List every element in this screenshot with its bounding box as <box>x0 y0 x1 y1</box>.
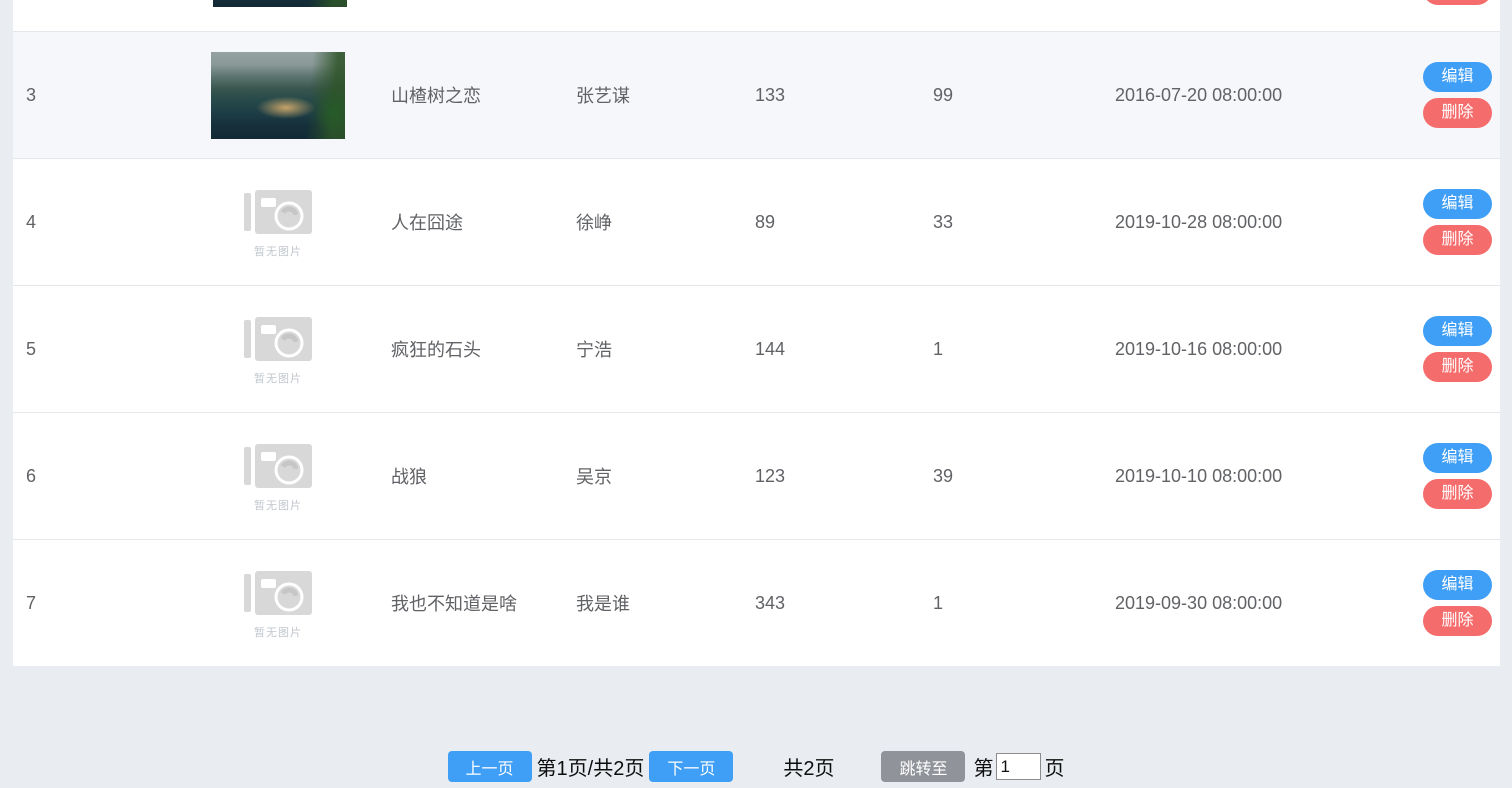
cell-movie-cover: 暂无图片 <box>191 159 365 285</box>
camera-icon <box>244 316 312 361</box>
movie-cover-image <box>211 51 345 139</box>
cell-movie-id: 3 <box>26 84 37 105</box>
cell-movie-id: 6 <box>26 465 37 486</box>
cell-datetime: 2019-10-10 08:00:00 <box>1115 465 1283 486</box>
cell-datetime: 2016-07-20 08:00:00 <box>1115 84 1283 105</box>
cell-number-2: 1 <box>933 592 944 613</box>
cell-movie-id: 7 <box>26 592 37 613</box>
camera-icon <box>244 570 312 615</box>
cell-number-1: 89 <box>755 211 776 232</box>
movie-cover-image-partial <box>213 0 347 7</box>
jump-suffix-label: 页 <box>1044 758 1065 780</box>
cell-movie-cover: 暂无图片 <box>191 540 365 666</box>
no-image-label: 暂无图片 <box>254 372 302 385</box>
jump-button[interactable]: 跳转至 <box>881 751 966 782</box>
cell-actions: 编辑 删除 <box>1400 570 1500 636</box>
next-page-button[interactable]: 下一页 <box>649 751 734 782</box>
movies-table: 删除 3 山楂树之恋 张艺谋 133 99 2016-07-20 08:00:0… <box>13 0 1500 666</box>
camera-icon <box>244 443 312 488</box>
cell-movie-title: 山楂树之恋 <box>391 86 481 106</box>
cell-movie-title: 人在囧途 <box>391 213 463 233</box>
cell-director: 徐峥 <box>576 213 612 233</box>
delete-button[interactable]: 删除 <box>1423 98 1492 128</box>
cell-movie-title: 疯狂的石头 <box>391 340 481 360</box>
pagination-bar: 上一页 第1页/共2页 下一页 共2页 跳转至 第 页 <box>0 751 1512 782</box>
cell-director: 吴京 <box>576 467 612 487</box>
no-image-label: 暂无图片 <box>254 245 302 258</box>
no-image-placeholder: 暂无图片 <box>244 567 312 640</box>
cell-datetime: 2019-10-16 08:00:00 <box>1115 338 1283 359</box>
camera-icon <box>244 189 312 234</box>
page-number-input[interactable] <box>996 753 1042 780</box>
delete-button[interactable]: 删除 <box>1423 479 1492 509</box>
no-image-label: 暂无图片 <box>254 626 302 639</box>
no-image-placeholder: 暂无图片 <box>244 313 312 386</box>
cell-movie-id: 4 <box>26 211 37 232</box>
no-image-placeholder: 暂无图片 <box>244 440 312 513</box>
table-row-partial: 删除 <box>13 0 1500 31</box>
cell-number-1: 144 <box>755 338 786 359</box>
edit-button[interactable]: 编辑 <box>1423 316 1492 346</box>
cell-movie-id: 5 <box>26 338 37 359</box>
delete-button[interactable]: 删除 <box>1423 352 1492 382</box>
cell-movie-cover: 暂无图片 <box>191 286 365 412</box>
cell-director: 张艺谋 <box>576 86 630 106</box>
delete-button[interactable]: 删除 <box>1423 225 1492 255</box>
cell-actions: 编辑 删除 <box>1400 62 1500 128</box>
cell-datetime: 2019-09-30 08:00:00 <box>1115 592 1283 613</box>
cell-movie-title: 我也不知道是啥 <box>391 594 517 614</box>
cell-actions: 编辑 删除 <box>1400 189 1500 255</box>
cell-number-1: 343 <box>755 592 786 613</box>
cell-director: 我是谁 <box>576 594 630 614</box>
table-row: 6 暂无图片 战狼 吴京 123 39 2019-10-10 08:00:00 … <box>13 412 1500 539</box>
cell-number-2: 1 <box>933 338 944 359</box>
total-pages-label: 共2页 <box>783 758 835 780</box>
table-row: 7 暂无图片 我也不知道是啥 我是谁 343 1 2019-09-30 08:0… <box>13 539 1500 666</box>
cell-number-2: 99 <box>933 84 954 105</box>
cell-movie-cover: 暂无图片 <box>191 413 365 539</box>
cell-datetime: 2019-10-28 08:00:00 <box>1115 211 1283 232</box>
cell-number-2: 39 <box>933 465 954 486</box>
prev-page-button[interactable]: 上一页 <box>447 751 532 782</box>
cell-director: 宁浩 <box>576 340 612 360</box>
cell-number-2: 33 <box>933 211 954 232</box>
table-row: 3 山楂树之恋 张艺谋 133 99 2016-07-20 08:00:00 编… <box>13 31 1500 158</box>
no-image-placeholder: 暂无图片 <box>244 186 312 259</box>
table-row: 4 暂无图片 人在囧途 徐峥 89 33 2019-10-28 08:00:00… <box>13 158 1500 285</box>
cell-number-1: 133 <box>755 84 786 105</box>
table-body: 3 山楂树之恋 张艺谋 133 99 2016-07-20 08:00:00 编… <box>13 31 1500 666</box>
no-image-label: 暂无图片 <box>254 499 302 512</box>
edit-button[interactable]: 编辑 <box>1423 570 1492 600</box>
cell-actions: 编辑 删除 <box>1400 443 1500 509</box>
table-row: 5 暂无图片 疯狂的石头 宁浩 144 1 2019-10-16 08:00:0… <box>13 285 1500 412</box>
cell-movie-title: 战狼 <box>391 467 427 487</box>
edit-button[interactable]: 编辑 <box>1423 443 1492 473</box>
delete-button-partial[interactable]: 删除 <box>1423 0 1492 5</box>
edit-button[interactable]: 编辑 <box>1423 189 1492 219</box>
page-info-label: 第1页/共2页 <box>536 758 645 780</box>
cell-number-1: 123 <box>755 465 786 486</box>
cell-movie-cover <box>191 32 365 158</box>
edit-button[interactable]: 编辑 <box>1423 62 1492 92</box>
jump-prefix-label: 第 <box>973 758 994 780</box>
cell-actions: 编辑 删除 <box>1400 316 1500 382</box>
delete-button[interactable]: 删除 <box>1423 606 1492 636</box>
